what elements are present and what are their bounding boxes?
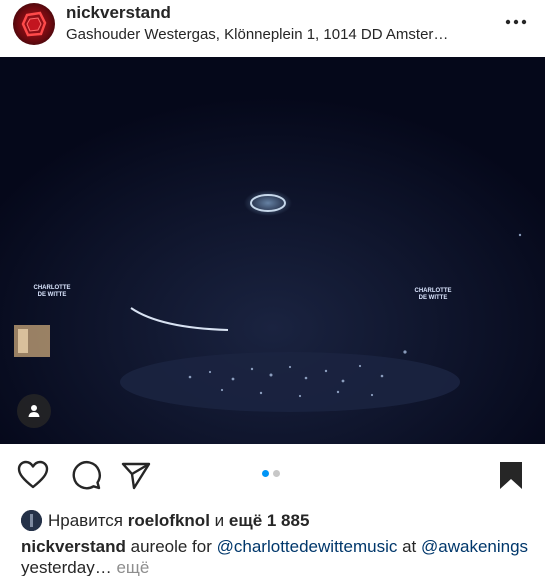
caption-mention[interactable]: @charlottedewittemusic — [217, 537, 398, 556]
post-caption: nickverstand aureole for @charlottedewit… — [21, 536, 531, 576]
paper-plane-icon[interactable] — [120, 459, 152, 491]
user-tag-icon[interactable] — [17, 394, 51, 428]
caption-text: aureole for — [130, 537, 212, 556]
post-location[interactable]: Gashouder Westergas, Klönneplein 1, 1014… — [66, 26, 448, 43]
caption-username[interactable]: nickverstand — [21, 537, 126, 556]
likes-count[interactable]: ещё 1 885 — [229, 511, 310, 531]
bookmark-icon[interactable] — [496, 459, 528, 491]
caption-more-link[interactable]: ещё — [116, 558, 149, 576]
heart-icon[interactable] — [17, 459, 49, 491]
avatar-logo-icon — [21, 11, 47, 37]
post-action-bar — [0, 444, 545, 506]
concert-video-frame — [0, 57, 545, 444]
caption-mention[interactable]: @awakenings — [421, 537, 528, 556]
comment-icon[interactable] — [70, 459, 102, 491]
carousel-dot — [273, 470, 280, 477]
caption-text: at — [402, 537, 417, 556]
more-horizontal-icon[interactable] — [501, 7, 531, 37]
likes-conj: и — [214, 510, 225, 530]
carousel-indicator — [262, 470, 280, 477]
post-media[interactable]: CHARLOTTE DE WITTE CHARLOTTE DE WITTE — [0, 57, 545, 444]
likes-prefix: Нравится — [48, 510, 124, 530]
avatar[interactable] — [13, 3, 55, 45]
stage-sign-right: CHARLOTTE DE WITTE — [414, 288, 452, 301]
stage-sign-left: CHARLOTTE DE WITTE — [33, 285, 71, 298]
post-username[interactable]: nickverstand — [66, 3, 171, 23]
caption-text: yesterday… — [21, 558, 112, 576]
post-header: nickverstand Gashouder Westergas, Klönne… — [0, 0, 545, 57]
liker-username[interactable]: roelofknol — [128, 511, 210, 531]
likes-line: Нравится roelofknol и ещё 1 885 — [21, 510, 309, 531]
liker-avatar[interactable] — [21, 510, 42, 531]
carousel-dot-active — [262, 470, 269, 477]
